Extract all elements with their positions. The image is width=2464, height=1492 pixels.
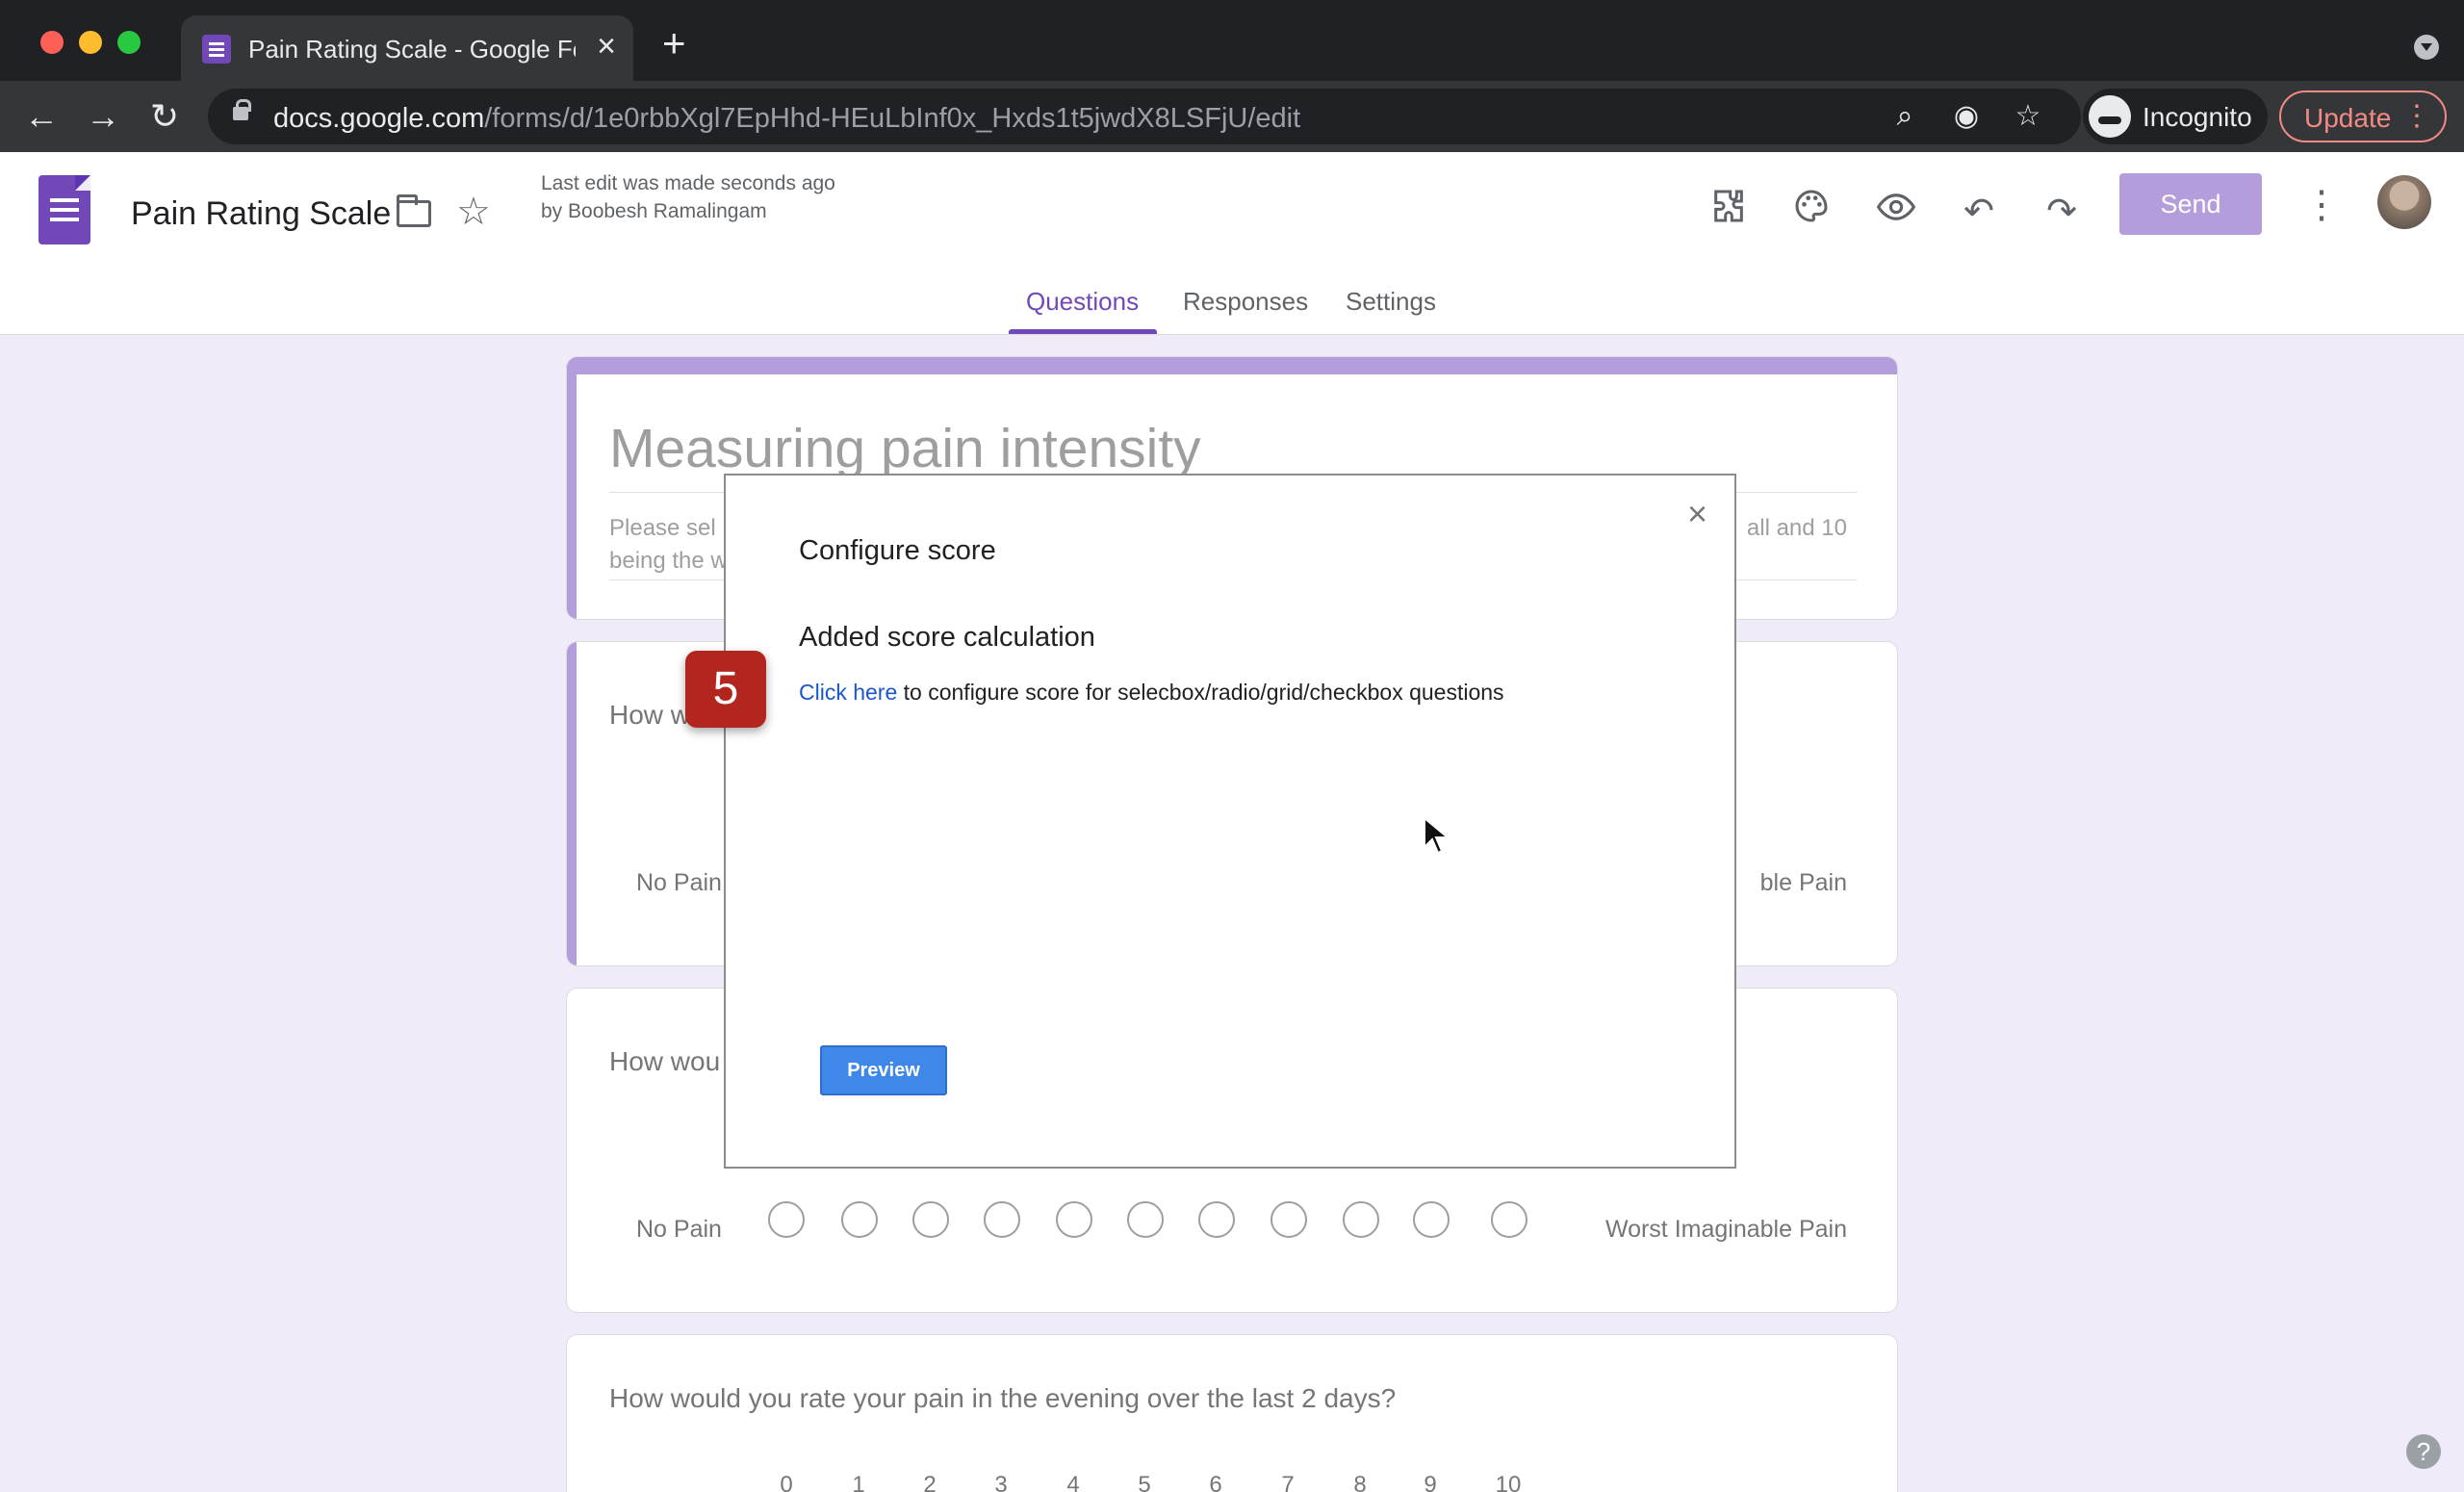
bookmark-star-icon[interactable]: ☆ <box>2012 100 2044 133</box>
send-button[interactable]: Send <box>2119 173 2262 235</box>
star-icon[interactable]: ☆ <box>456 193 491 231</box>
question-text[interactable]: How would you rate your pain in the even… <box>609 1383 1396 1414</box>
reload-icon[interactable]: ↻ <box>142 94 187 139</box>
add-ons-puzzle-icon[interactable] <box>1704 187 1754 237</box>
scale-radio[interactable] <box>984 1201 1020 1238</box>
zoom-magnifier-icon[interactable]: ⌕ <box>1888 100 1921 133</box>
last-edit-status[interactable]: Last edit was made seconds ago by Boobes… <box>541 169 839 225</box>
eye-slash-icon[interactable]: ◉ <box>1950 100 1983 133</box>
scale-radio[interactable] <box>841 1201 878 1238</box>
scale-number: 1 <box>852 1472 865 1492</box>
question-card-3[interactable]: How would you rate your pain in the even… <box>566 1334 1898 1492</box>
scale-number: 8 <box>1353 1472 1367 1492</box>
active-tab-indicator <box>1009 329 1157 334</box>
incognito-profile-chip[interactable]: Incognito <box>2083 89 2268 144</box>
google-forms-favicon-icon <box>202 35 231 64</box>
tab-search-chevron-icon[interactable] <box>2414 35 2439 60</box>
form-description-line1[interactable]: Please sel <box>609 515 716 542</box>
move-to-folder-icon[interactable] <box>397 194 431 227</box>
selected-card-indicator <box>567 357 577 619</box>
form-description-line2[interactable]: being the w <box>609 548 728 575</box>
update-label: Update <box>2304 103 2392 133</box>
scale-radio[interactable] <box>1270 1201 1307 1238</box>
dialog-body: Click here to configure score for selecb… <box>799 680 1504 706</box>
question-text[interactable]: How w <box>609 700 690 731</box>
chrome-menu-icon: ⋮ <box>2402 100 2431 132</box>
window-close-button[interactable] <box>40 31 64 54</box>
scale-radio[interactable] <box>768 1201 805 1238</box>
tab-title: Pain Rating Scale - Google Forms <box>248 35 576 64</box>
scale-number: 9 <box>1424 1472 1437 1492</box>
dialog-close-icon[interactable]: × <box>1687 495 1707 533</box>
scale-high-label: ble Pain <box>1759 869 1847 896</box>
scale-number: 6 <box>1209 1472 1222 1492</box>
google-forms-logo-icon[interactable] <box>38 175 90 244</box>
browser-tab-strip: Pain Rating Scale - Google Forms × + <box>0 0 2464 81</box>
browser-tab-active[interactable]: Pain Rating Scale - Google Forms × <box>181 15 633 81</box>
new-tab-plus-icon[interactable]: + <box>662 21 686 65</box>
scale-radio[interactable] <box>912 1201 949 1238</box>
dialog-body-text: to configure score for selecbox/radio/gr… <box>897 680 1504 705</box>
window-zoom-button[interactable] <box>117 31 141 54</box>
dialog-heading: Added score calculation <box>799 622 1095 653</box>
scale-number: 2 <box>923 1472 937 1492</box>
tab-questions[interactable]: Questions <box>1026 287 1139 317</box>
configure-score-dialog: × Configure score Added score calculatio… <box>724 474 1736 1169</box>
update-button[interactable]: Update ⋮ <box>2279 90 2447 142</box>
lock-icon[interactable] <box>233 99 251 120</box>
incognito-label: Incognito <box>2143 102 2252 132</box>
configure-score-link[interactable]: Click here <box>799 680 897 705</box>
help-icon[interactable]: ? <box>2406 1434 2441 1469</box>
avatar[interactable] <box>2377 175 2431 229</box>
tab-settings[interactable]: Settings <box>1346 287 1436 317</box>
forward-arrow-icon[interactable]: → <box>81 94 125 139</box>
window-minimize-button[interactable] <box>79 31 102 54</box>
undo-icon[interactable]: ↶ <box>1954 187 2004 237</box>
scale-number: 5 <box>1138 1472 1151 1492</box>
scale-low-label: No Pain <box>636 1216 722 1243</box>
scale-number: 10 <box>1495 1472 1522 1492</box>
palette-icon[interactable] <box>1786 187 1836 237</box>
scale-number: 4 <box>1066 1472 1080 1492</box>
browser-toolbar: ← → ↻ docs.google.com/forms/d/1e0rbbXgl7… <box>0 81 2464 152</box>
url-text[interactable]: docs.google.com/forms/d/1e0rbbXgl7EpHhd-… <box>273 103 1300 135</box>
scale-radio[interactable] <box>1198 1201 1235 1238</box>
step-number-badge: 5 <box>685 651 766 728</box>
question-text[interactable]: How wou <box>609 1046 720 1077</box>
scale-high-label: Worst Imaginable Pain <box>1604 1216 1847 1243</box>
form-title[interactable]: Measuring pain intensity <box>609 417 1201 480</box>
scale-radio[interactable] <box>1343 1201 1379 1238</box>
redo-icon[interactable]: ↷ <box>2037 187 2087 237</box>
more-options-icon[interactable]: ⋮ <box>2302 181 2341 229</box>
dialog-title: Configure score <box>799 535 996 566</box>
scale-radio[interactable] <box>1127 1201 1164 1238</box>
selected-card-indicator <box>567 642 577 965</box>
forms-header: Pain Rating Scale ☆ Last edit was made s… <box>0 152 2464 335</box>
scale-low-label: No Pain <box>636 869 722 896</box>
tab-responses[interactable]: Responses <box>1183 287 1308 317</box>
form-description-right[interactable]: all and 10 <box>1747 515 1847 542</box>
scale-number: 7 <box>1281 1472 1295 1492</box>
scale-number: 0 <box>780 1472 793 1492</box>
mouse-cursor-icon <box>1424 816 1450 855</box>
back-arrow-icon[interactable]: ← <box>19 94 64 139</box>
address-bar[interactable]: docs.google.com/forms/d/1e0rbbXgl7EpHhd-… <box>208 89 2081 144</box>
scale-number: 3 <box>994 1472 1008 1492</box>
scale-radio[interactable] <box>1413 1201 1450 1238</box>
document-title[interactable]: Pain Rating Scale <box>131 195 391 233</box>
scale-radio[interactable] <box>1056 1201 1092 1238</box>
preview-button[interactable]: Preview <box>820 1045 947 1095</box>
theme-color-bar <box>567 357 1897 374</box>
scale-radio[interactable] <box>1491 1201 1527 1238</box>
form-tabs: Questions Responses Settings <box>0 287 2464 335</box>
preview-eye-icon[interactable] <box>1871 187 1921 237</box>
tab-close-icon[interactable]: × <box>597 27 616 65</box>
incognito-icon <box>2089 95 2131 138</box>
